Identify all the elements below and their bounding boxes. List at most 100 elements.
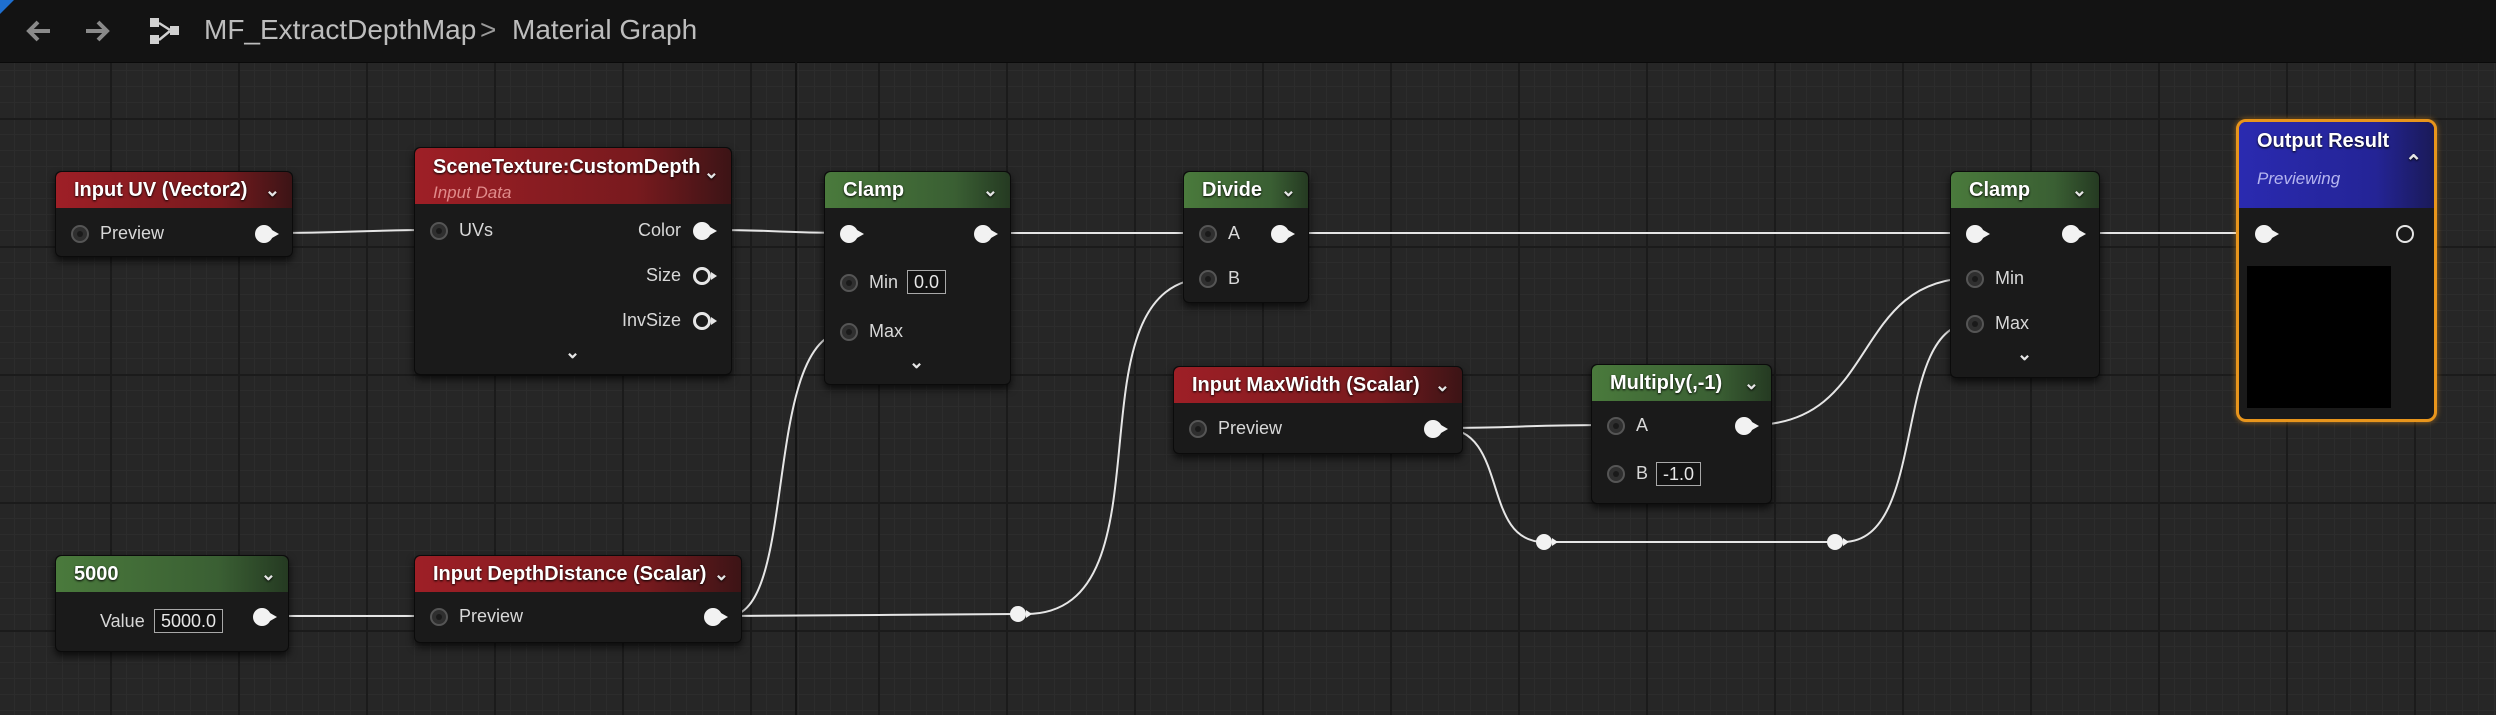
output-pin-invsize[interactable] [693,312,717,330]
pin-label-invsize: InvSize [621,310,681,330]
node-title: Output Result [2257,130,2390,152]
chevron-up-icon[interactable]: ⌃ [2405,150,2422,175]
input-pin[interactable] [430,608,448,626]
wire-maxwidth-to-multiply [1441,424,1615,429]
output-pin[interactable] [2062,225,2086,243]
node-header[interactable]: Divide ⌄ [1184,172,1308,208]
pin-label-preview: Preview [100,223,165,243]
chevron-down-icon[interactable]: ⌄ [1281,180,1296,201]
chevron-down-icon[interactable]: ⌄ [2017,344,2032,365]
node-scene-texture-customdepth[interactable]: SceneTexture:CustomDepth Input Data ⌄ UV… [414,147,732,375]
pin-label-value: Value [100,611,145,631]
node-title: Clamp [843,178,905,201]
node-divide[interactable]: Divide ⌄ A B [1183,171,1309,303]
chevron-down-icon[interactable]: ⌄ [909,352,924,373]
wire-depth-to-reroute [727,613,1019,617]
value-field[interactable]: 5000.0 [154,609,224,633]
node-header[interactable]: SceneTexture:CustomDepth Input Data ⌄ [415,148,731,204]
output-pin[interactable] [2396,225,2414,243]
output-pin-color[interactable] [693,222,717,240]
chevron-down-icon[interactable]: ⌄ [2072,180,2087,201]
pin-label-preview: Preview [459,606,524,626]
node-title: Input MaxWidth (Scalar) [1192,373,1420,396]
node-title: Multiply(,-1) [1610,371,1723,394]
node-clamp-2[interactable]: Clamp ⌄ Min Max ⌄ [1950,171,2100,378]
preview-viewport[interactable] [2247,266,2391,408]
reroute-knot-maxwidth-b[interactable] [1827,534,1849,550]
output-pin[interactable] [253,608,277,626]
chevron-down-icon[interactable]: ⌄ [704,162,719,183]
input-pin-b[interactable] [1607,465,1625,483]
output-pin[interactable] [255,225,279,243]
pin-label-preview: Preview [1218,418,1283,438]
output-pin[interactable] [704,608,728,626]
input-pin-a[interactable] [1199,225,1217,243]
input-pin[interactable] [2255,225,2279,243]
output-pin[interactable] [1424,420,1448,438]
node-title: Input DepthDistance (Scalar) [433,562,707,585]
reroute-knot-depth[interactable] [1010,606,1032,622]
chevron-down-icon[interactable]: ⌄ [1744,373,1759,394]
pin-label-max: Max [869,321,904,341]
node-header[interactable]: Multiply(,-1) ⌄ [1592,365,1771,401]
node-subtitle: Input Data [433,183,512,202]
pin-label-a: A [1228,223,1241,243]
node-constant-5000[interactable]: 5000 ⌄ Value 5000.0 [55,555,289,652]
node-input-depthdistance[interactable]: Input DepthDistance (Scalar) ⌄ Preview [414,555,742,643]
node-title: SceneTexture:CustomDepth [433,156,701,178]
wire-multiply-to-clamp2-min [1751,277,1974,426]
pin-label-b: B [1636,463,1649,483]
input-pin-min[interactable] [840,274,858,292]
chevron-down-icon[interactable]: ⌄ [983,180,998,201]
node-clamp-1[interactable]: Clamp ⌄ Min 0.0 Max ⌄ [824,171,1011,385]
node-subtitle: Previewing [2257,169,2341,188]
b-value-field[interactable]: -1.0 [1656,462,1702,486]
node-title: 5000 [74,562,119,585]
min-value-field[interactable]: 0.0 [907,270,947,294]
node-input-maxwidth[interactable]: Input MaxWidth (Scalar) ⌄ Preview [1173,366,1463,454]
node-header[interactable]: Clamp ⌄ [825,172,1010,208]
pin-label-uvs: UVs [459,220,494,240]
node-header[interactable]: 5000 ⌄ [56,556,288,592]
node-title: Input UV (Vector2) [74,178,248,201]
input-pin-max[interactable] [1966,315,1984,333]
chevron-down-icon[interactable]: ⌄ [265,180,280,201]
pin-label-a: A [1636,415,1649,435]
pin-label-min: Min [1995,268,2025,288]
pin-label-size: Size [645,265,681,285]
node-header[interactable]: Input MaxWidth (Scalar) ⌄ [1174,367,1462,403]
output-pin-size[interactable] [693,267,717,285]
node-multiply[interactable]: Multiply(,-1) ⌄ A B -1.0 [1591,364,1772,504]
input-pin-max[interactable] [840,323,858,341]
input-pin[interactable] [1189,420,1207,438]
node-output-result[interactable]: Output Result Previewing ⌃ [2236,119,2437,422]
input-pin-uvs[interactable] [430,222,448,240]
input-pin-a[interactable] [1607,417,1625,435]
input-pin-b[interactable] [1199,270,1217,288]
node-header[interactable]: Input DepthDistance (Scalar) ⌄ [415,556,741,592]
chevron-down-icon[interactable]: ⌄ [1435,375,1450,396]
chevron-down-icon[interactable]: ⌄ [261,564,276,585]
chevron-down-icon[interactable]: ⌄ [565,342,580,363]
node-title: Clamp [1969,178,2031,201]
node-title: Divide [1202,178,1263,201]
wire-uv-to-scenetexture [271,229,438,234]
input-pin-min[interactable] [1966,270,1984,288]
output-pin[interactable] [1271,225,1295,243]
node-header[interactable]: Clamp ⌄ [1951,172,2099,208]
input-pin[interactable] [71,225,89,243]
wires-layer [271,229,2262,617]
input-pin[interactable] [840,225,864,243]
pin-label-color: Color [637,220,681,240]
pin-label-min: Min [869,272,899,292]
node-input-uv[interactable]: Input UV (Vector2) ⌄ Preview [55,171,293,257]
input-pin[interactable] [1966,225,1990,243]
output-pin[interactable] [974,225,998,243]
reroute-knot-maxwidth-a[interactable] [1536,534,1558,550]
chevron-down-icon[interactable]: ⌄ [714,564,729,585]
output-pin[interactable] [1735,417,1759,435]
node-header[interactable]: Input UV (Vector2) ⌄ [56,172,292,208]
pin-label-max: Max [1995,313,2030,333]
pin-label-b: B [1228,268,1241,288]
node-header[interactable]: Output Result Previewing ⌃ [2239,122,2434,208]
